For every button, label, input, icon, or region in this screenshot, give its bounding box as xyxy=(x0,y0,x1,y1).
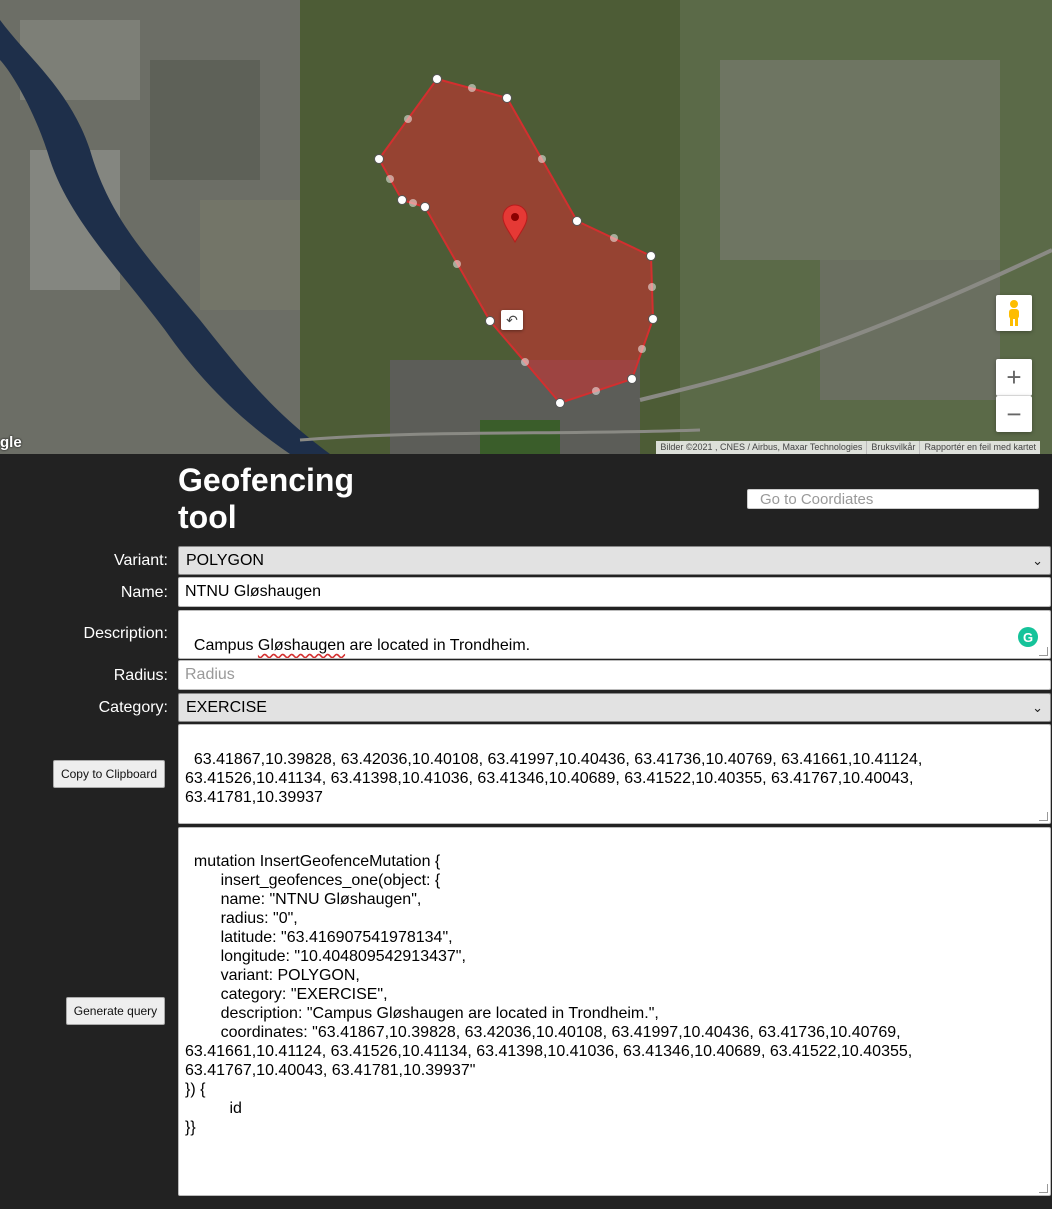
satellite-imagery xyxy=(0,0,1052,454)
variant-select[interactable]: POLYGON ⌄ xyxy=(178,546,1051,575)
undo-edit-button[interactable]: ↶ xyxy=(501,310,523,330)
resize-handle-icon[interactable] xyxy=(1039,812,1048,821)
zoom-out-button[interactable]: − xyxy=(996,396,1032,432)
description-text-end: are located in Trondheim. xyxy=(345,637,531,654)
resize-handle-icon[interactable] xyxy=(1039,647,1048,656)
description-label: Description: xyxy=(83,625,168,642)
description-text-start: Campus xyxy=(193,637,258,654)
query-textarea[interactable]: mutation InsertGeofenceMutation { insert… xyxy=(178,827,1051,1196)
imagery-credit: Bilder ©2021 , CNES / Airbus, Maxar Tech… xyxy=(660,442,863,452)
chevron-down-icon: ⌄ xyxy=(1032,699,1043,715)
generate-query-button[interactable]: Generate query xyxy=(66,997,165,1025)
google-logo: gle xyxy=(0,434,22,451)
misspelled-word: Gløshaugen xyxy=(257,637,346,654)
report-error-link[interactable]: Rapportér en feil med kartet xyxy=(919,441,1040,454)
coordinates-textarea[interactable]: 63.41867,10.39828, 63.42036,10.40108, 63… xyxy=(178,724,1051,824)
radius-placeholder: Radius xyxy=(185,666,235,683)
page-title: Geofencing tool xyxy=(178,462,355,535)
category-label: Category: xyxy=(98,699,168,716)
zoom-in-button[interactable]: + xyxy=(996,359,1032,396)
copy-to-clipboard-button[interactable]: Copy to Clipboard xyxy=(53,760,165,788)
terms-link[interactable]: Bruksvilkår xyxy=(866,441,919,454)
variant-label: Variant: xyxy=(114,552,168,569)
category-select[interactable]: EXERCISE ⌄ xyxy=(178,693,1051,722)
radius-label: Radius: xyxy=(113,667,168,684)
street-view-pegman-icon[interactable] xyxy=(996,295,1032,331)
chevron-down-icon: ⌄ xyxy=(1032,552,1043,568)
name-input[interactable]: NTNU Gløshaugen xyxy=(178,577,1051,607)
resize-handle-icon[interactable] xyxy=(1039,1184,1048,1193)
name-label: Name: xyxy=(120,584,168,601)
go-to-coordinates-input[interactable] xyxy=(747,489,1039,509)
query-text: mutation InsertGeofenceMutation { insert… xyxy=(185,853,913,1136)
variant-value: POLYGON xyxy=(186,551,264,569)
map-view[interactable]: ↶ + − gle Bilder ©2021 , CNES / Airbus, … xyxy=(0,0,1052,454)
description-textarea[interactable]: Campus Gløshaugen are located in Trondhe… xyxy=(178,610,1051,659)
radius-input[interactable]: Radius xyxy=(178,660,1051,690)
name-value: NTNU Gløshaugen xyxy=(185,583,322,600)
grammarly-icon[interactable]: G xyxy=(1018,627,1038,647)
map-attribution: Bilder ©2021 , CNES / Airbus, Maxar Tech… xyxy=(656,441,1040,454)
category-value: EXERCISE xyxy=(186,698,267,716)
coordinates-text: 63.41867,10.39828, 63.42036,10.40108, 63… xyxy=(185,751,923,806)
